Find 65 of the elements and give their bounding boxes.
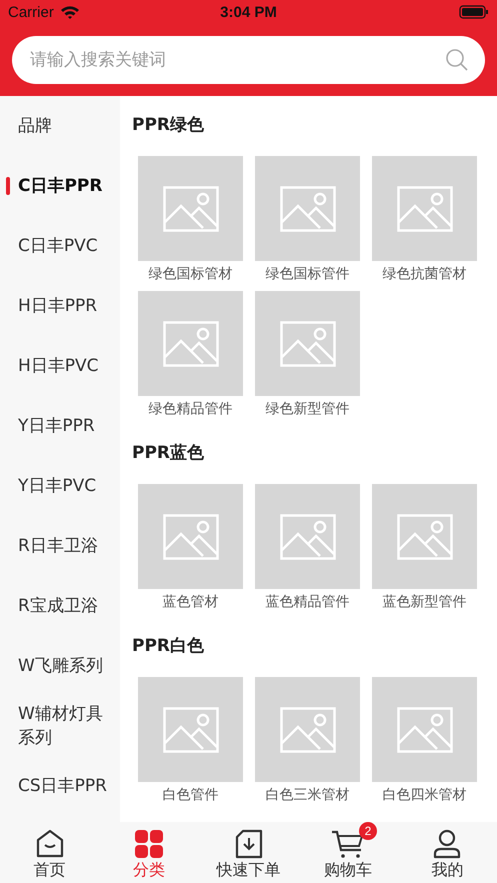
category-item[interactable]: R日丰卫浴 — [0, 516, 120, 576]
image-placeholder[interactable] — [138, 484, 243, 589]
grid-icon — [134, 829, 164, 859]
image-icon — [280, 320, 336, 366]
product-label: 蓝色管材 — [162, 593, 218, 611]
image-placeholder[interactable] — [372, 677, 477, 782]
category-item[interactable]: W飞雕系列 — [0, 636, 120, 696]
image-placeholder[interactable] — [138, 156, 243, 261]
category-item[interactable]: H日丰PVC — [0, 336, 120, 396]
cart-icon — [330, 829, 365, 859]
section-title: PPR蓝色 — [132, 442, 206, 465]
image-icon — [280, 186, 336, 232]
time-label: 3:04 PM — [220, 4, 277, 20]
image-placeholder[interactable] — [138, 291, 243, 396]
image-icon — [162, 514, 218, 560]
count-badge: 2 — [358, 822, 377, 840]
product-label: 白色管件 — [162, 786, 218, 804]
category-item[interactable]: C日丰PVC — [0, 216, 120, 276]
image-icon — [280, 706, 336, 752]
image-icon — [280, 514, 336, 560]
image-icon — [396, 514, 452, 560]
category-item[interactable]: Y日丰PVC — [0, 456, 120, 516]
image-icon — [162, 320, 218, 366]
product-label: 白色三米管材 — [266, 786, 350, 804]
category-item[interactable]: 品牌 — [0, 96, 120, 156]
battery-icon — [459, 5, 489, 19]
image-placeholder[interactable] — [372, 484, 477, 589]
search-field[interactable]: 请输入搜索关键词 — [28, 49, 445, 71]
product-label: 蓝色新型管件 — [382, 593, 466, 611]
carrier-label: Carrier — [8, 4, 54, 20]
image-placeholder[interactable] — [255, 484, 360, 589]
image-icon — [396, 186, 452, 232]
image-placeholder[interactable] — [372, 156, 477, 261]
image-placeholder[interactable] — [138, 677, 243, 782]
product-label: 绿色抗菌管材 — [382, 265, 466, 283]
tab-item[interactable]: 分类 — [99, 822, 199, 883]
person-icon — [432, 829, 462, 859]
category-item[interactable]: W辅材灯具系列 — [0, 696, 120, 756]
product-label: 绿色精品管件 — [148, 400, 232, 418]
category-item[interactable]: Y日丰PPR — [0, 396, 120, 456]
category-item[interactable]: R宝成卫浴 — [0, 576, 120, 636]
category-item[interactable]: H日丰PPR — [0, 276, 120, 336]
product-label: 绿色国标管材 — [148, 265, 232, 283]
image-icon — [162, 186, 218, 232]
search-bar[interactable]: 请输入搜索关键词 — [12, 36, 485, 84]
product-label: 绿色国标管件 — [266, 265, 350, 283]
image-icon — [396, 706, 452, 752]
category-item[interactable]: CS日丰PPR — [0, 756, 120, 816]
product-label: 绿色新型管件 — [266, 400, 350, 418]
tab-item[interactable]: 我的 — [398, 822, 497, 883]
image-icon — [162, 706, 218, 752]
image-placeholder[interactable] — [255, 291, 360, 396]
home-icon — [34, 829, 65, 859]
tab-item[interactable]: 首页 — [0, 822, 100, 883]
product-label: 白色四米管材 — [382, 786, 466, 804]
product-label: 蓝色精品管件 — [266, 593, 350, 611]
tab-item[interactable]: 2 购物车 — [298, 822, 398, 883]
section-title: PPR绿色 — [132, 114, 206, 137]
wifi-icon — [60, 5, 80, 19]
image-placeholder[interactable] — [255, 156, 360, 261]
download-icon — [234, 829, 264, 859]
search-icon — [445, 48, 469, 72]
image-placeholder[interactable] — [255, 677, 360, 782]
section-title: PPR白色 — [132, 635, 206, 658]
tab-item[interactable]: 快速下单 — [198, 822, 298, 883]
